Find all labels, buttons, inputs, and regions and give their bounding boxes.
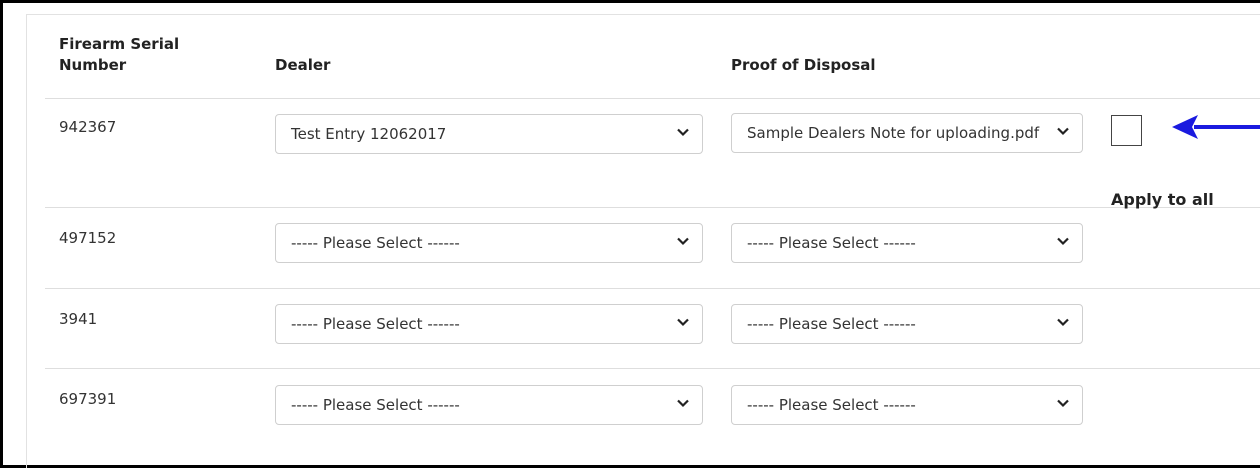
dealer-select[interactable]: ----- Please Select ------ [275,385,703,425]
chevron-down-icon [1056,396,1070,410]
dealer-select[interactable]: ----- Please Select ------ [275,223,703,263]
proof-of-disposal-select[interactable]: ----- Please Select ------ [731,223,1083,263]
proof-select-value: ----- Please Select ------ [747,396,916,414]
row-divider [45,368,1260,369]
chevron-down-icon [676,396,690,410]
chevron-down-icon [1056,315,1070,329]
proof-select-value: ----- Please Select ------ [747,234,916,252]
proof-select-value: ----- Please Select ------ [747,315,916,333]
proof-of-disposal-select[interactable]: ----- Please Select ------ [731,304,1083,344]
serial-number: 3941 [59,310,98,328]
chevron-down-icon [676,315,690,329]
header-divider [45,98,1260,99]
dealer-select[interactable]: ----- Please Select ------ [275,304,703,344]
panel-left-border [26,14,27,468]
serial-number: 497152 [59,229,117,247]
proof-of-disposal-select[interactable]: Sample Dealers Note for uploading.pdf [731,113,1083,153]
dealer-select-value: ----- Please Select ------ [291,396,460,414]
panel-top-border [26,14,1260,15]
proof-of-disposal-select[interactable]: ----- Please Select ------ [731,385,1083,425]
arrow-left-icon [1170,112,1260,146]
chevron-down-icon [676,125,690,139]
chevron-down-icon [1056,234,1070,248]
header-serial: Firearm Serial Number [59,34,179,76]
apply-to-all-checkbox[interactable] [1111,115,1142,146]
row-divider [45,288,1260,289]
dealer-select-value: ----- Please Select ------ [291,234,460,252]
apply-to-all-label: Apply to all [1111,190,1214,209]
header-serial-line1: Firearm Serial [59,35,180,53]
row-divider [45,207,1260,208]
header-dealer: Dealer [275,56,331,74]
header-serial-line2: Number [59,56,127,74]
header-proof-of-disposal: Proof of Disposal [731,56,876,74]
dealer-select-value: ----- Please Select ------ [291,315,460,333]
dealer-select[interactable]: Test Entry 12062017 [275,114,703,154]
proof-select-value: Sample Dealers Note for uploading.pdf [747,124,1040,142]
serial-number: 697391 [59,390,117,408]
chevron-down-icon [676,234,690,248]
chevron-down-icon [1052,124,1078,138]
dealer-select-value: Test Entry 12062017 [291,125,447,143]
serial-number: 942367 [59,118,117,136]
